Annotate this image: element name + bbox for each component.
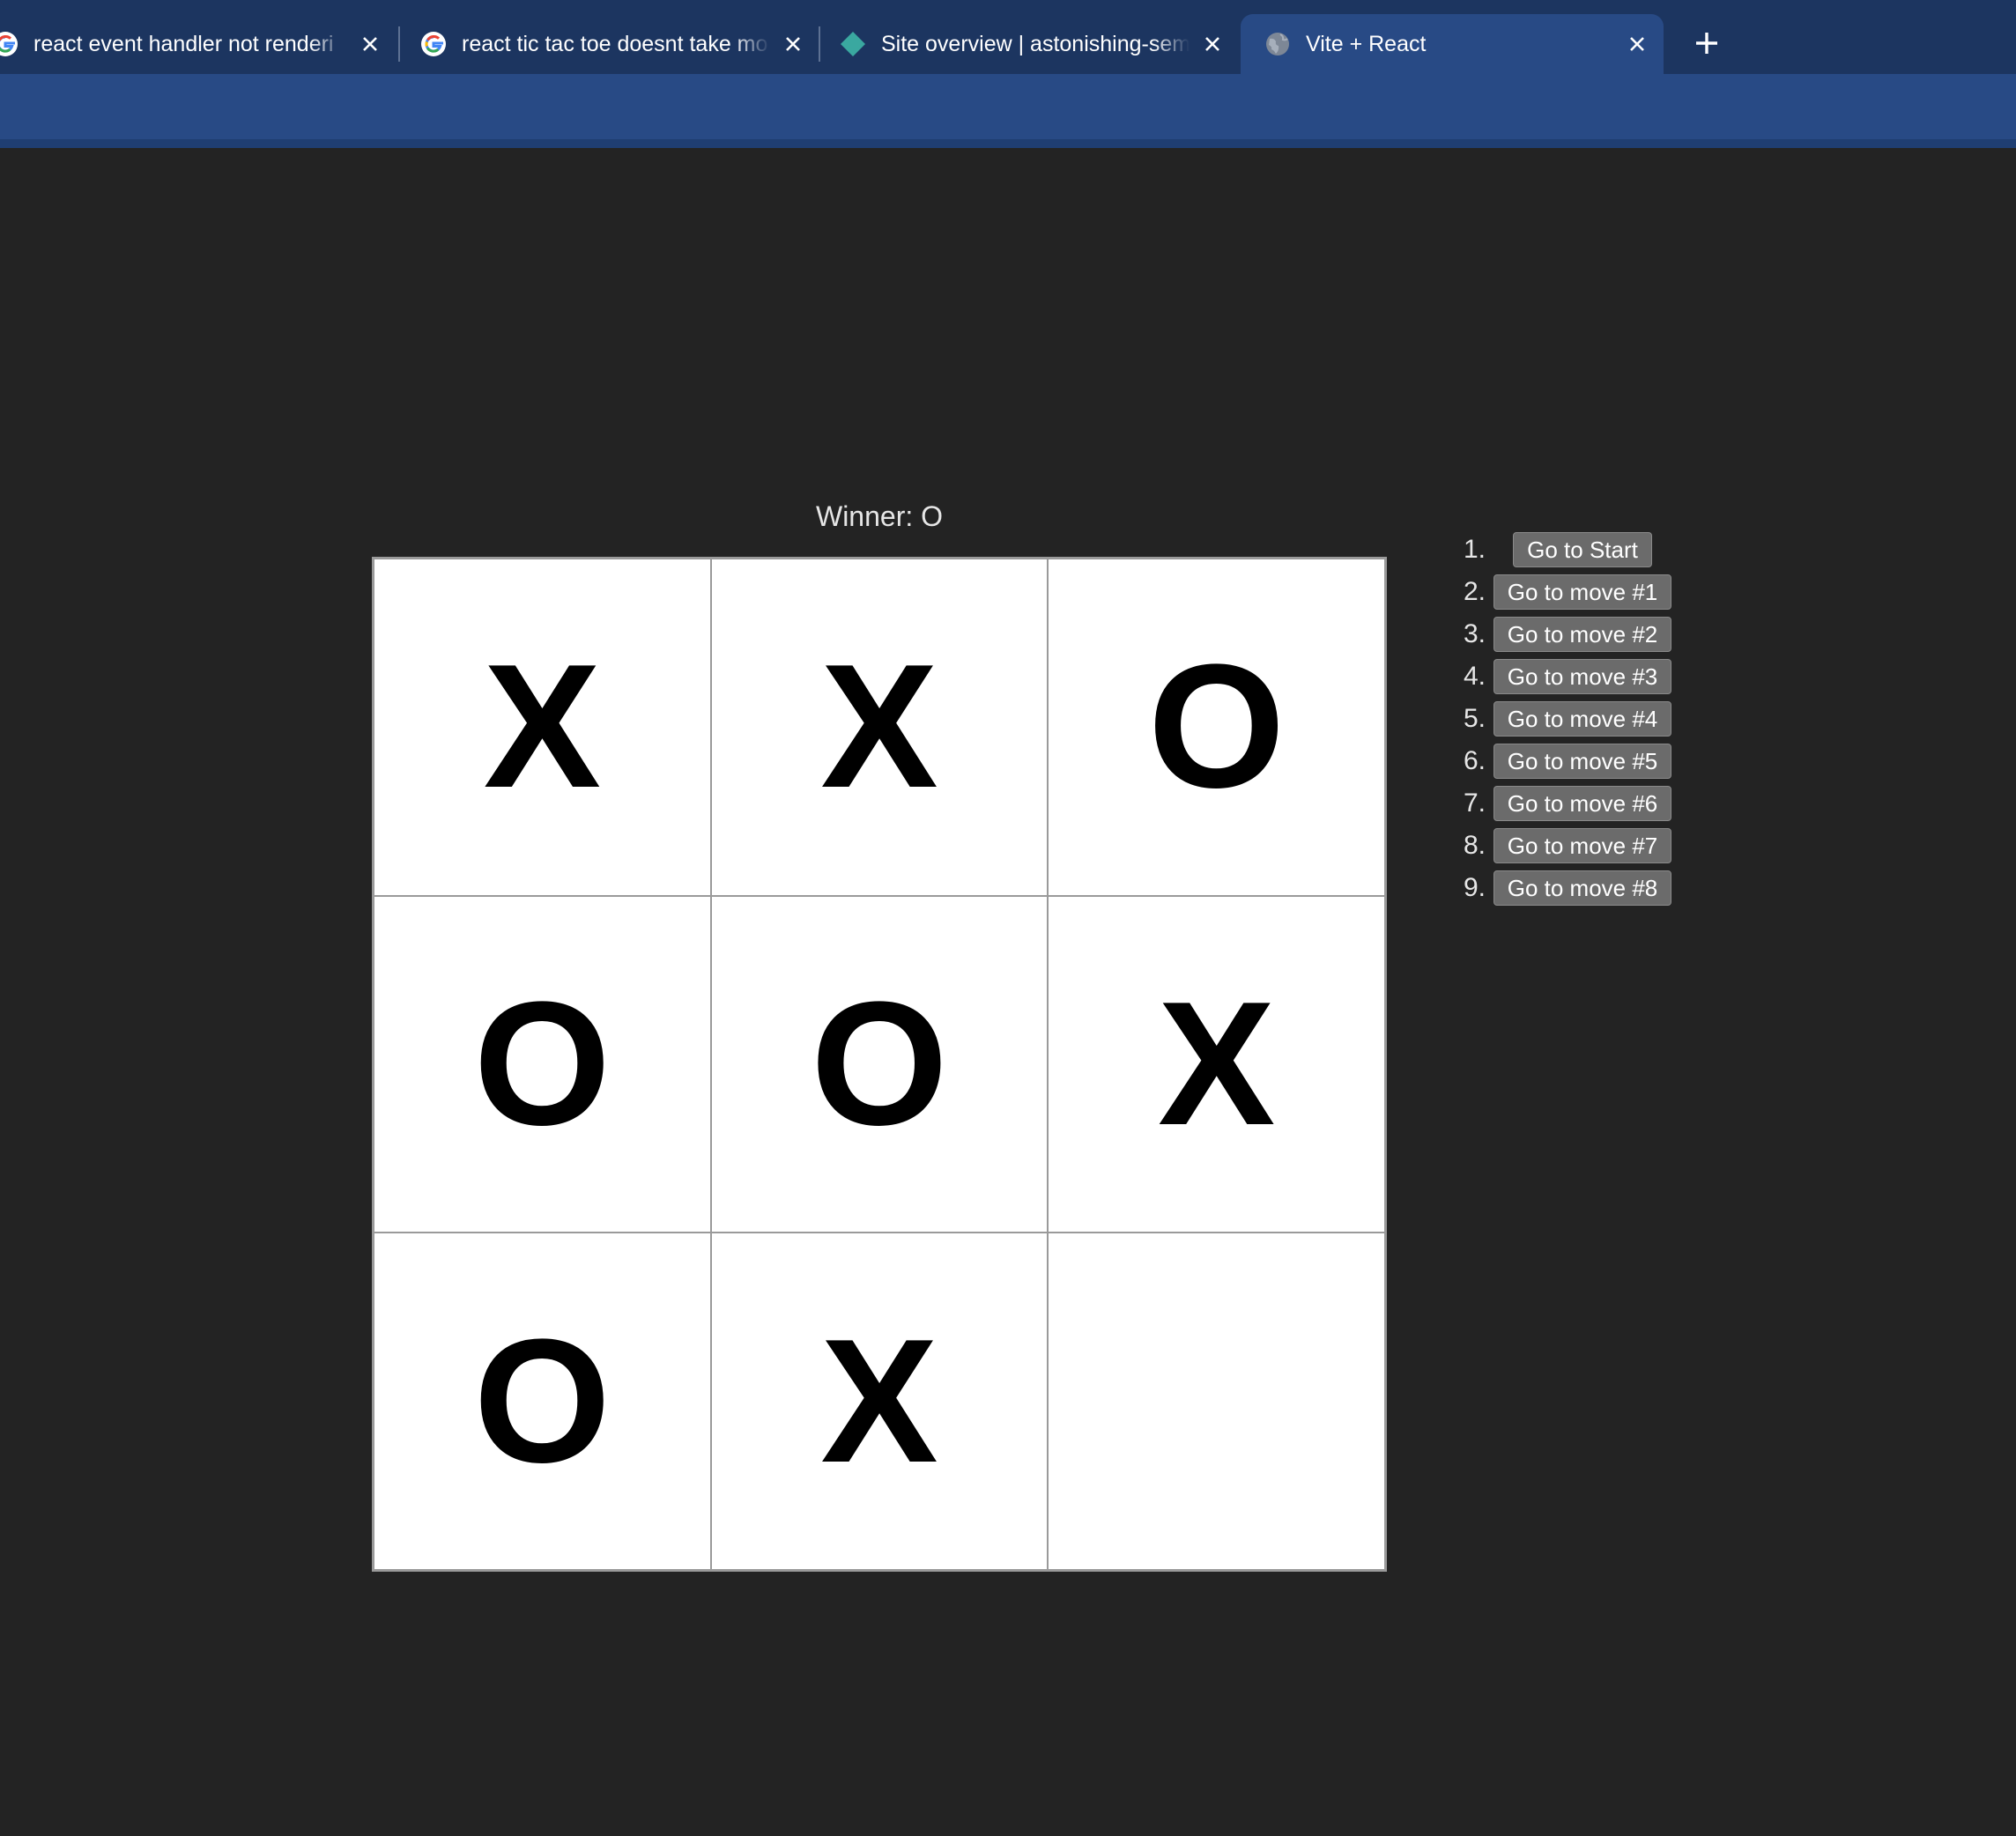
tab-react-event-handler[interactable]: react event handler not renderi (0, 14, 397, 74)
history-item: 7. Go to move #6 (1445, 782, 1679, 825)
board-square[interactable]: X (374, 559, 711, 896)
board-square[interactable]: O (374, 1233, 711, 1570)
board-square[interactable]: X (1048, 895, 1385, 1233)
board-square[interactable]: X (710, 1233, 1049, 1570)
history-item: 6. Go to move #5 (1445, 740, 1679, 782)
go-to-move-button[interactable]: Go to move #7 (1493, 828, 1672, 863)
history-number: 3. (1463, 619, 1486, 648)
go-to-move-button[interactable]: Go to move #2 (1493, 617, 1672, 652)
tab-site-overview[interactable]: Site overview | astonishing-sem (839, 14, 1239, 74)
history-item: 1. Go to Start (1445, 529, 1679, 571)
tab-title: Site overview | astonishing-sem (881, 31, 1190, 56)
close-icon[interactable] (1198, 30, 1227, 58)
history-item: 5. Go to move #4 (1445, 698, 1679, 740)
page-content: Winner: O X X O O O X O X 1. Go to Start… (0, 148, 2016, 1836)
close-icon[interactable] (356, 30, 384, 58)
tab-title: react event handler not renderi (33, 31, 334, 56)
tab-separator (819, 26, 820, 62)
tab-title: react tic tac toe doesnt take mo (462, 31, 768, 56)
board-square[interactable]: X (710, 559, 1049, 896)
go-to-move-button[interactable]: Go to move #5 (1493, 744, 1672, 779)
google-icon (0, 30, 19, 58)
close-icon[interactable] (779, 30, 807, 58)
go-to-move-button[interactable]: Go to move #3 (1493, 659, 1672, 694)
globe-icon (1264, 30, 1292, 58)
history-number: 2. (1463, 577, 1486, 606)
history-number: 1. (1463, 535, 1486, 564)
go-to-start-button[interactable]: Go to Start (1513, 532, 1652, 567)
close-icon[interactable] (1623, 30, 1651, 58)
go-to-move-button[interactable]: Go to move #6 (1493, 786, 1672, 821)
board-square[interactable] (1048, 1233, 1385, 1570)
move-history-list: 1. Go to Start 2. Go to move #1 3. Go to… (1445, 529, 1679, 909)
game-board: X X O O O X O X (372, 557, 1387, 1572)
go-to-move-button[interactable]: Go to move #8 (1493, 870, 1672, 906)
netlify-diamond-icon (839, 30, 867, 58)
tab-react-tic-tac-toe[interactable]: react tic tac toe doesnt take mo (419, 14, 819, 74)
browser-toolbar (0, 74, 2016, 148)
tab-vite-react[interactable]: Vite + React (1241, 14, 1664, 74)
tab-title: Vite + React (1306, 31, 1427, 56)
game-status: Winner: O (815, 500, 944, 532)
tab-separator (398, 26, 400, 62)
history-item: 4. Go to move #3 (1445, 655, 1679, 698)
google-icon (419, 30, 448, 58)
tab-strip: react event handler not renderi react ti… (0, 0, 2016, 74)
toolbar-divider (0, 139, 2016, 148)
history-item: 8. Go to move #7 (1445, 825, 1679, 867)
go-to-move-button[interactable]: Go to move #1 (1493, 574, 1672, 610)
history-number: 8. (1463, 831, 1486, 860)
history-number: 9. (1463, 873, 1486, 902)
history-number: 5. (1463, 704, 1486, 733)
new-tab-button[interactable] (1685, 23, 1729, 67)
history-item: 9. Go to move #8 (1445, 867, 1679, 909)
history-item: 2. Go to move #1 (1445, 571, 1679, 613)
board-square[interactable]: O (710, 895, 1049, 1233)
history-number: 7. (1463, 788, 1486, 818)
board-square[interactable]: O (374, 895, 711, 1233)
browser-window: react event handler not renderi react ti… (0, 0, 2016, 1836)
history-number: 4. (1463, 662, 1486, 691)
go-to-move-button[interactable]: Go to move #4 (1493, 701, 1672, 737)
board-square[interactable]: O (1048, 559, 1385, 896)
history-number: 6. (1463, 746, 1486, 775)
plus-icon (1694, 31, 1719, 60)
history-item: 3. Go to move #2 (1445, 613, 1679, 655)
